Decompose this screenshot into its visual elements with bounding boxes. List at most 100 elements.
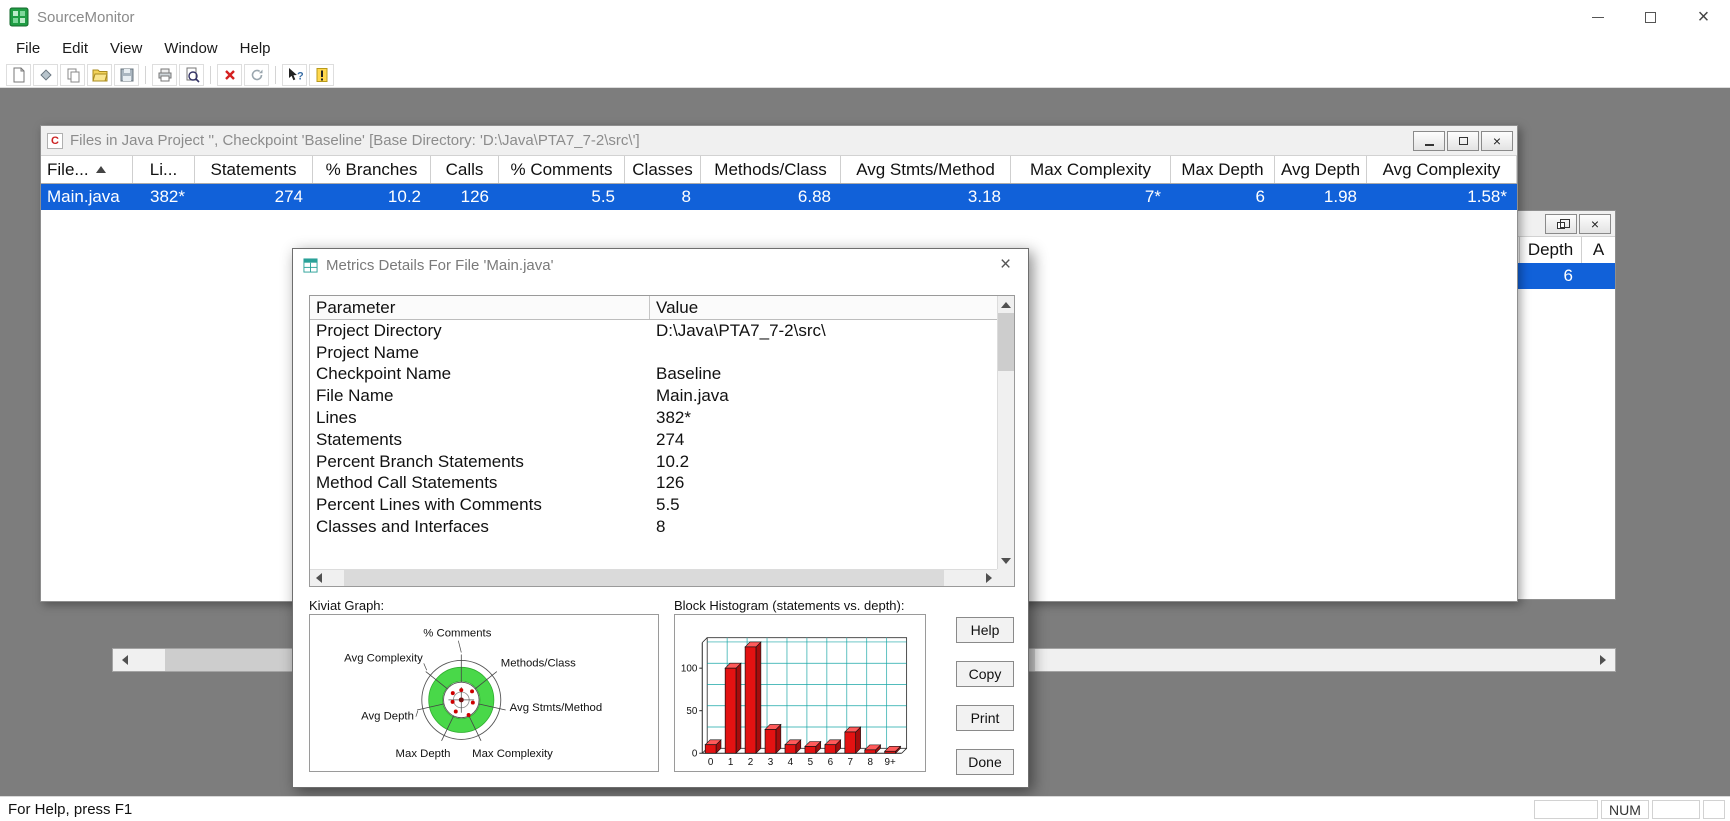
metric-value-cell: 274 <box>274 187 303 206</box>
metric-value-cell: 10.2 <box>387 187 421 206</box>
metric-value-cell: 6 <box>1255 187 1265 206</box>
metrics-dialog[interactable]: Metrics Details For File 'Main.java' × P… <box>292 248 1029 788</box>
column-header-3[interactable]: % Branches <box>313 156 431 183</box>
horizontal-scrollbar[interactable] <box>310 569 997 586</box>
save-button[interactable] <box>114 63 139 86</box>
print-button[interactable] <box>152 63 177 86</box>
close-button[interactable]: × <box>1579 213 1611 234</box>
help-button[interactable]: Help <box>956 617 1014 643</box>
column-header-10[interactable]: Max Depth <box>1171 156 1275 183</box>
svg-text:100: 100 <box>681 664 698 675</box>
menu-item-file[interactable]: File <box>5 36 51 61</box>
file-details-button[interactable] <box>309 63 334 86</box>
app-title: SourceMonitor <box>37 8 135 26</box>
column-header-0[interactable]: File... <box>41 156 133 183</box>
metrics-cell: Method Call Statements <box>316 473 498 493</box>
column-header-label: Max Complexity <box>1030 159 1151 179</box>
column-header-avg-depth[interactable]: A <box>1581 237 1615 263</box>
column-header-5[interactable]: % Comments <box>499 156 625 183</box>
dialog-close-button[interactable]: × <box>983 249 1028 281</box>
column-header-6[interactable]: Classes <box>625 156 701 183</box>
menu-item-edit[interactable]: Edit <box>51 36 99 61</box>
vertical-scrollbar[interactable] <box>997 296 1014 569</box>
checkpoint-button[interactable] <box>33 63 58 86</box>
delete-button[interactable] <box>217 63 242 86</box>
svg-text:0: 0 <box>708 757 714 768</box>
column-header-1[interactable]: Li... <box>133 156 195 183</box>
done-button[interactable]: Done <box>956 749 1014 775</box>
column-header-11[interactable]: Avg Depth <box>1275 156 1367 183</box>
files-selected-row[interactable]: Main.java 382* 274 10.2 126 5.5 8 6.88 3.18 7* 6 1.… <box>41 184 1517 210</box>
close-button[interactable]: × <box>1481 130 1513 151</box>
metrics-cell: Project Directory <box>316 320 442 340</box>
scroll-thumb[interactable] <box>344 570 944 586</box>
metrics-cell: Statements <box>316 429 402 449</box>
print-button[interactable]: Print <box>956 705 1014 731</box>
copy-icon <box>67 68 79 82</box>
metrics-grid-header: Parameter Value <box>310 296 1014 320</box>
column-header-2[interactable]: Statements <box>195 156 313 183</box>
dialog-titlebar[interactable]: Metrics Details For File 'Main.java' × <box>293 249 1028 281</box>
menu-item-help[interactable]: Help <box>229 36 282 61</box>
metrics-row: Percent Lines with Comments 5.5 <box>310 494 997 516</box>
scroll-up-button[interactable] <box>998 296 1014 313</box>
column-header-9[interactable]: Max Complexity <box>1011 156 1171 183</box>
scroll-right-button[interactable] <box>980 570 997 586</box>
metrics-row: Checkpoint Name Baseline <box>310 364 997 386</box>
files-window-titlebar[interactable]: C Files in Java Project '', Checkpoint '… <box>41 126 1517 156</box>
parameter-column-header[interactable]: Parameter <box>310 296 650 319</box>
refresh-button[interactable] <box>244 63 269 86</box>
minimize-icon <box>1591 16 1604 18</box>
column-header-label: A <box>1592 240 1605 259</box>
column-header-12[interactable]: Avg Complexity <box>1367 156 1517 183</box>
minimize-button[interactable] <box>1413 130 1445 151</box>
scroll-track[interactable] <box>327 570 980 586</box>
scroll-right-button[interactable] <box>1591 649 1615 671</box>
print-preview-button[interactable] <box>179 63 204 86</box>
toolbar-separator <box>145 65 146 84</box>
file-name-cell: Main.java <box>47 187 120 206</box>
column-header-label: Depth <box>1527 240 1574 259</box>
menu-item-view[interactable]: View <box>99 36 153 61</box>
minimize-button[interactable] <box>1571 0 1624 34</box>
menu-item-window[interactable]: Window <box>153 36 228 61</box>
metric-value-cell: 7* <box>1144 187 1161 206</box>
scroll-thumb[interactable] <box>998 313 1014 371</box>
metrics-row: Lines 382* <box>310 407 997 429</box>
copy-button[interactable] <box>60 63 85 86</box>
kiviat-graph: % Comments Methods/Class Avg Stmts/Metho… <box>309 614 659 772</box>
scroll-left-button[interactable] <box>113 649 137 671</box>
column-header-4[interactable]: Calls <box>431 156 499 183</box>
metrics-row: Project Directory D:\Java\PTA7_7-2\src\ <box>310 320 997 342</box>
app-titlebar[interactable]: SourceMonitor × <box>0 0 1730 34</box>
metrics-row: File Name Main.java <box>310 385 997 407</box>
column-header-depth[interactable]: Depth <box>1519 237 1581 263</box>
metrics-cell: Project Name <box>316 342 419 362</box>
metrics-row: Method Call Statements 126 <box>310 473 997 495</box>
svg-text:5: 5 <box>808 757 814 768</box>
restore-button[interactable] <box>1545 213 1577 234</box>
column-header-label: % Branches <box>325 159 418 179</box>
maximize-button[interactable] <box>1624 0 1677 34</box>
new-file-button[interactable] <box>6 63 31 86</box>
column-header-7[interactable]: Methods/Class <box>701 156 841 183</box>
metrics-cell: Checkpoint Name <box>316 364 452 384</box>
column-header-8[interactable]: Avg Stmts/Method <box>841 156 1011 183</box>
svg-text:7: 7 <box>848 757 853 768</box>
value-column-header[interactable]: Value <box>650 296 999 319</box>
metrics-cell: Percent Branch Statements <box>316 451 524 471</box>
copy-button[interactable]: Copy <box>956 661 1014 687</box>
open-project-button[interactable] <box>87 63 112 86</box>
context-help-button[interactable]: ? <box>282 63 307 86</box>
scroll-left-button[interactable] <box>310 570 327 586</box>
metrics-cell: 10.2 <box>656 451 690 471</box>
svg-text:8: 8 <box>867 757 873 768</box>
metric-value-cell: 1.58* <box>1467 187 1507 206</box>
menu-bar: File Edit View Window Help <box>0 34 1730 62</box>
close-button[interactable]: × <box>1677 0 1730 34</box>
svg-text:50: 50 <box>686 706 697 717</box>
scroll-down-button[interactable] <box>998 552 1014 569</box>
column-header-label: Methods/Class <box>714 159 827 179</box>
maximize-button[interactable] <box>1447 130 1479 151</box>
app-icon <box>9 7 29 27</box>
